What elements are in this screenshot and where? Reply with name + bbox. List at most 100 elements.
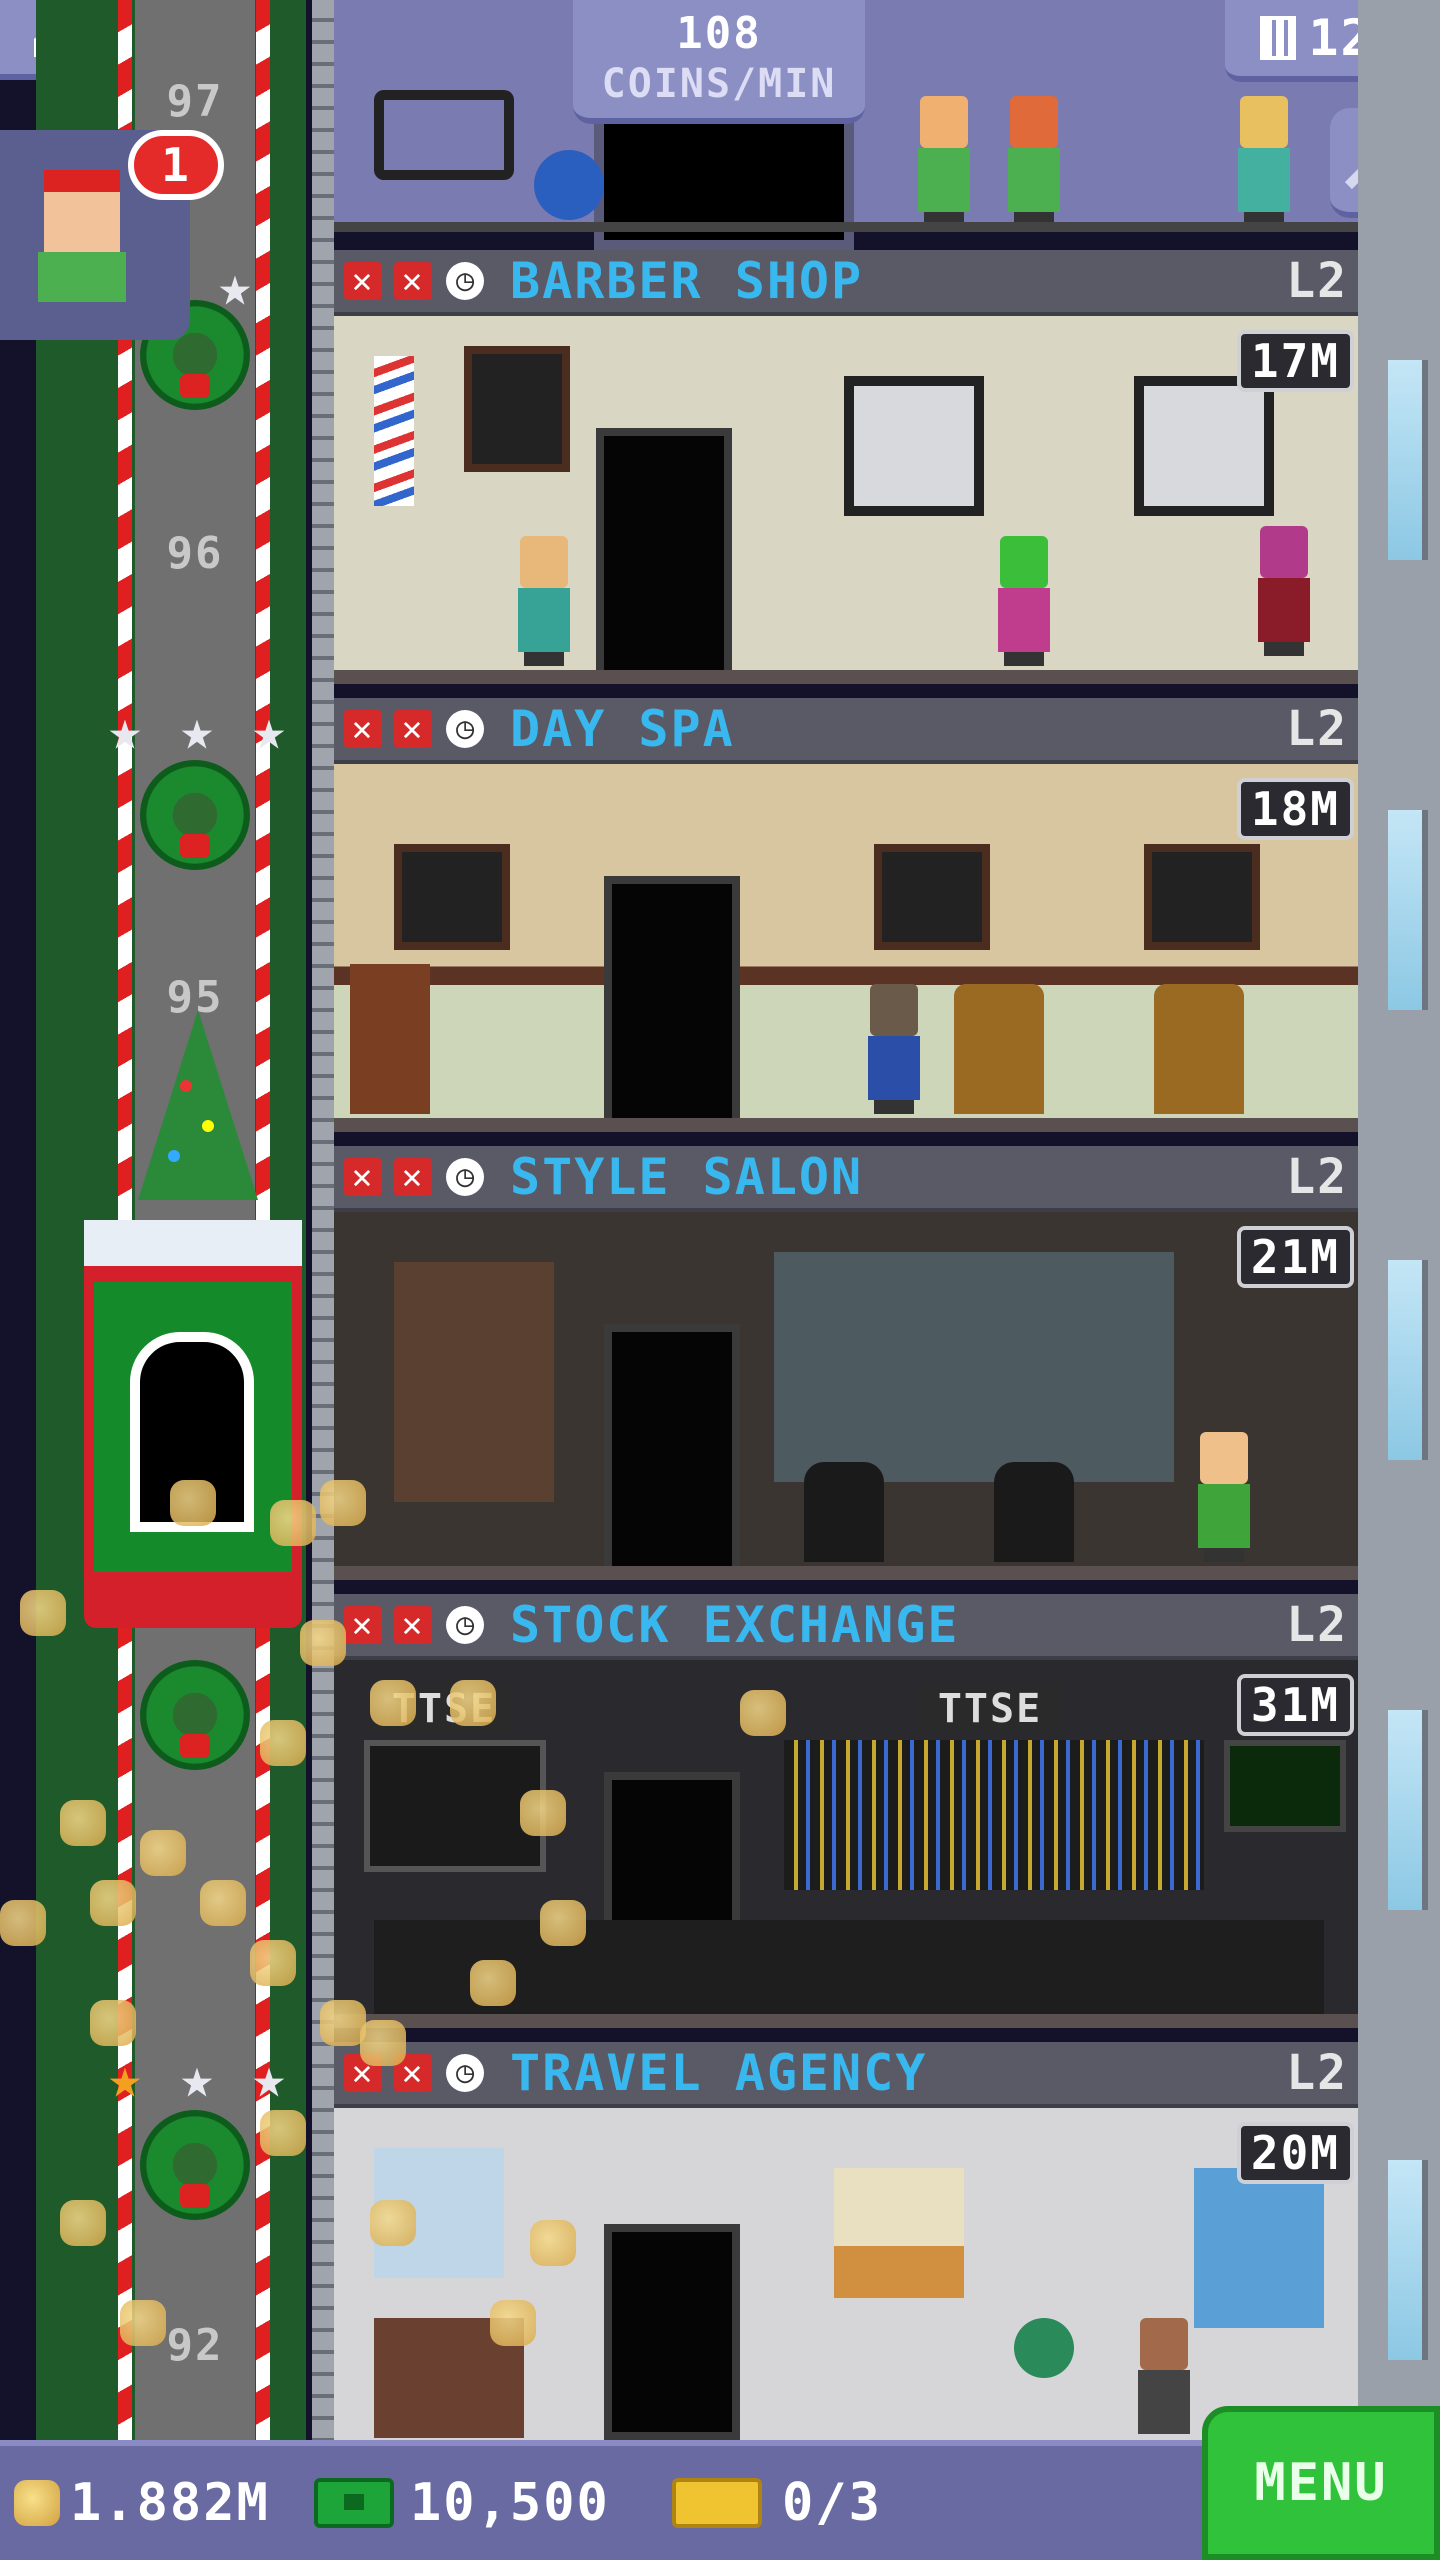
avatar-face	[44, 192, 120, 252]
wall-painting	[1144, 844, 1260, 950]
santa-hat	[44, 170, 120, 192]
elevator-floor-number: 96	[166, 528, 224, 579]
salon-chair	[804, 1462, 884, 1562]
exterior-window	[1388, 360, 1428, 560]
floor-name: STOCK EXCHANGE	[510, 1596, 960, 1654]
clock-icon: ◷	[446, 1158, 484, 1196]
exercise-ball	[534, 150, 604, 220]
mirror	[844, 376, 984, 516]
resident[interactable]	[1254, 526, 1314, 656]
coin-rate-value: 108	[676, 8, 762, 59]
floor-header: ✕ ✕ ◷ TRAVEL AGENCY L2	[334, 2042, 1358, 2108]
exterior-window	[1388, 810, 1428, 1010]
stock-empty-x-icon: ✕	[394, 1606, 432, 1644]
salon-window	[774, 1252, 1174, 1482]
room-door	[604, 2224, 740, 2440]
clock-icon: ◷	[446, 710, 484, 748]
price-tag: 18M	[1236, 778, 1354, 840]
resident[interactable]	[1004, 96, 1064, 226]
resident[interactable]	[1194, 1432, 1254, 1562]
vip-ticket-icon	[672, 2478, 762, 2528]
star-rating-icon: ★	[218, 254, 252, 319]
room-floor	[334, 1118, 1358, 1132]
resident[interactable]	[1134, 2318, 1194, 2448]
elevator-base	[84, 1572, 302, 1628]
floor-barber-shop[interactable]: ✕ ✕ ◷ BARBER SHOP L2 17M	[334, 250, 1358, 700]
star-rating-icon: ★	[252, 698, 286, 763]
elevator-floor-number: 97	[166, 76, 224, 127]
vip-tickets-value: 0/3	[782, 2473, 882, 2533]
clock-icon: ◷	[446, 2054, 484, 2092]
floor-level: L2	[1286, 1597, 1348, 1653]
ticker-board	[784, 1740, 1204, 1890]
stock-empty-x-icon: ✕	[344, 1158, 382, 1196]
room-door	[604, 876, 740, 1132]
exterior-window	[1388, 2160, 1428, 2360]
floor-header: ✕ ✕ ◷ STYLE SALON L2	[334, 1146, 1358, 1212]
floor-name: TRAVEL AGENCY	[510, 2044, 928, 2102]
price-tag: 31M	[1236, 1674, 1354, 1736]
resident[interactable]	[914, 96, 974, 226]
floor-day-spa[interactable]: ✕ ✕ ◷ DAY SPA L2 18M	[334, 698, 1358, 1148]
notification-badge[interactable]: 1	[128, 130, 224, 200]
stock-empty-x-icon: ✕	[344, 262, 382, 300]
stock-empty-x-icon: ✕	[344, 710, 382, 748]
barber-pole	[374, 356, 414, 506]
bux-balance[interactable]: 10,500	[314, 2446, 610, 2560]
resident[interactable]	[864, 984, 924, 1114]
coin-icon	[14, 2480, 60, 2526]
floor-name: STYLE SALON	[510, 1148, 864, 1206]
coin-rate-display: 108 COINS/MIN	[573, 0, 865, 124]
stock-empty-x-icon: ✕	[344, 1606, 382, 1644]
resident[interactable]	[1234, 96, 1294, 226]
price-tag: 17M	[1236, 330, 1354, 392]
star-rating-icon: ★	[180, 698, 214, 763]
floor-header: ✕ ✕ ◷ BARBER SHOP L2	[334, 250, 1358, 316]
room-floor	[334, 670, 1358, 684]
vip-tickets[interactable]: 0/3	[672, 2446, 882, 2560]
spa-room[interactable]	[334, 764, 1358, 1132]
travel-room[interactable]	[334, 2108, 1358, 2440]
room-door	[604, 1324, 740, 1580]
bottom-status-bar: 1.882M 10,500 0/3 MENU	[0, 2406, 1440, 2560]
wreath-decoration	[140, 760, 250, 870]
spa-chair	[954, 984, 1044, 1114]
star-rating-icon: ★	[108, 2046, 142, 2111]
spa-chair	[1154, 984, 1244, 1114]
elevator-car[interactable]	[84, 1220, 302, 1640]
star-rating-icon: ★	[252, 2046, 286, 2111]
clock-icon: ◷	[446, 262, 484, 300]
floor-style-salon[interactable]: ✕ ✕ ◷ STYLE SALON L2 21M	[334, 1146, 1358, 1596]
wall-certificate	[464, 346, 570, 472]
floor-header: ✕ ✕ ◷ DAY SPA L2	[334, 698, 1358, 764]
coin-rate-unit: COINS/MIN	[601, 61, 837, 107]
monitor	[1224, 1740, 1346, 1832]
floor-header: ✕ ✕ ◷ STOCK EXCHANGE L2	[334, 1594, 1358, 1660]
resident[interactable]	[994, 536, 1054, 666]
coin-balance-value: 1.882M	[70, 2473, 270, 2533]
room-floor	[334, 2014, 1358, 2028]
star-rating-icon: ★	[108, 698, 142, 763]
stock-chart-screen	[364, 1740, 546, 1872]
menu-button[interactable]: MENU	[1202, 2406, 1440, 2560]
tower-bux-icon	[314, 2478, 394, 2528]
price-tag: 20M	[1236, 2122, 1354, 2184]
coin-balance[interactable]: 1.882M	[14, 2446, 270, 2560]
elevator-roof	[84, 1220, 302, 1284]
salon-chair	[994, 1462, 1074, 1562]
barber-room[interactable]	[334, 316, 1358, 684]
resident[interactable]	[514, 536, 574, 666]
stock-empty-x-icon: ✕	[394, 1158, 432, 1196]
mirror	[1134, 376, 1274, 516]
wreath-decoration	[140, 2110, 250, 2220]
avatar	[30, 170, 140, 310]
salon-room[interactable]	[334, 1212, 1358, 1580]
travel-poster	[834, 2168, 964, 2298]
room-door	[596, 428, 732, 684]
avatar-body	[38, 252, 126, 302]
floor-name: BARBER SHOP	[510, 252, 864, 310]
floor-level: L2	[1286, 2045, 1348, 2101]
price-tag: 21M	[1236, 1226, 1354, 1288]
stock-empty-x-icon: ✕	[394, 710, 432, 748]
trading-desk	[374, 1920, 1324, 2020]
